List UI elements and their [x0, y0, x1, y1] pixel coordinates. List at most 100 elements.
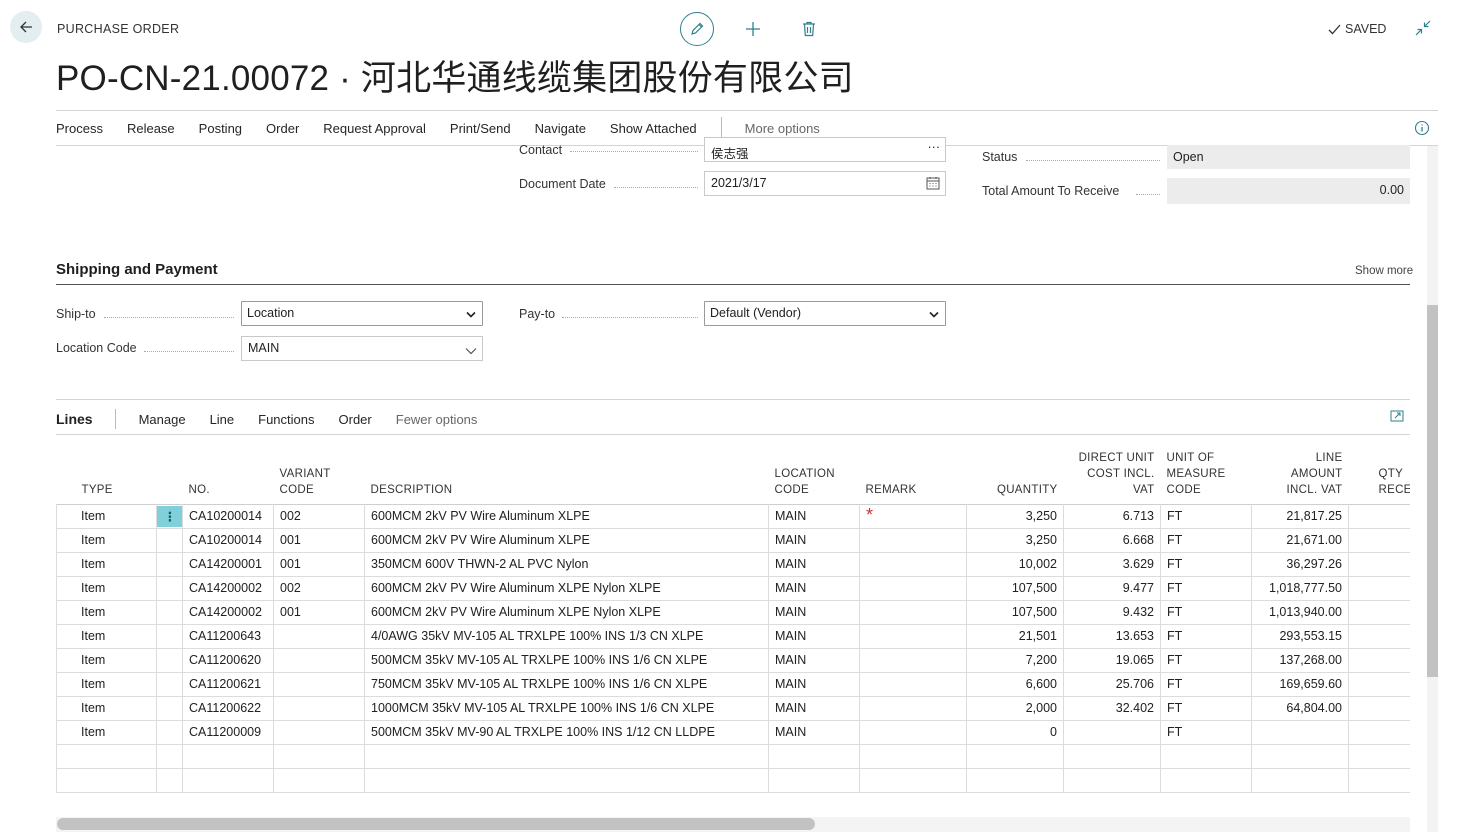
- cell-no[interactable]: CA14200002: [182, 575, 274, 601]
- cell-qty-received[interactable]: [1348, 623, 1410, 649]
- cell-line-amount[interactable]: 169,659.60: [1251, 671, 1349, 697]
- cell-direct-unit-cost[interactable]: [1063, 719, 1161, 745]
- cell-line-amount[interactable]: [1251, 743, 1349, 769]
- cell-remark[interactable]: [859, 527, 967, 553]
- cell-location-code[interactable]: [768, 767, 860, 793]
- cell-line-amount[interactable]: [1251, 767, 1349, 793]
- row-handle[interactable]: [156, 599, 183, 625]
- cell-unit-of-measure[interactable]: FT: [1160, 719, 1252, 745]
- cell-remark[interactable]: *: [859, 503, 967, 529]
- back-button[interactable]: [10, 11, 42, 43]
- cell-remark[interactable]: [859, 695, 967, 721]
- cell-remark[interactable]: [859, 743, 967, 769]
- col-line-amount[interactable]: LINE AMOUNT INCL. VAT: [1252, 436, 1349, 504]
- cell-remark[interactable]: [859, 623, 967, 649]
- cell-location-code[interactable]: MAIN: [768, 551, 860, 577]
- action-release[interactable]: Release: [127, 121, 175, 136]
- cell-direct-unit-cost[interactable]: 19.065: [1063, 647, 1161, 673]
- cell-direct-unit-cost[interactable]: [1063, 767, 1161, 793]
- cell-quantity[interactable]: [966, 767, 1064, 793]
- cell-remark[interactable]: [859, 719, 967, 745]
- cell-line-amount[interactable]: 21,671.00: [1251, 527, 1349, 553]
- cell-qty-received[interactable]: [1348, 551, 1410, 577]
- cell-description[interactable]: 500MCM 35kV MV-90 AL TRXLPE 100% INS 1/1…: [364, 719, 769, 745]
- collapse-button[interactable]: [1412, 17, 1434, 39]
- ship-to-select[interactable]: Location: [241, 301, 483, 326]
- cell-quantity[interactable]: 107,500: [966, 575, 1064, 601]
- cell-quantity[interactable]: 21,501: [966, 623, 1064, 649]
- cell-type[interactable]: Item: [56, 599, 157, 625]
- cell-location-code[interactable]: MAIN: [768, 623, 860, 649]
- cell-variant-code[interactable]: [273, 743, 365, 769]
- cell-quantity[interactable]: [966, 743, 1064, 769]
- cell-variant-code[interactable]: 001: [273, 527, 365, 553]
- table-row[interactable]: [56, 743, 1410, 769]
- cell-qty-received[interactable]: [1348, 719, 1410, 745]
- more-options-button[interactable]: More options: [745, 121, 820, 136]
- cell-variant-code[interactable]: 001: [273, 599, 365, 625]
- cell-quantity[interactable]: 6,600: [966, 671, 1064, 697]
- cell-quantity[interactable]: 10,002: [966, 551, 1064, 577]
- cell-description[interactable]: 600MCM 2kV PV Wire Aluminum XLPE Nylon X…: [364, 599, 769, 625]
- cell-description[interactable]: 500MCM 35kV MV-105 AL TRXLPE 100% INS 1/…: [364, 647, 769, 673]
- action-print-send[interactable]: Print/Send: [450, 121, 511, 136]
- cell-variant-code[interactable]: 002: [273, 575, 365, 601]
- lines-menu-functions[interactable]: Functions: [258, 412, 314, 427]
- table-row[interactable]: Item ⋮ CA10200014 002 600MCM 2kV PV Wire Alu…: [56, 503, 1410, 529]
- cell-type[interactable]: Item: [56, 503, 157, 529]
- cell-location-code[interactable]: MAIN: [768, 503, 860, 529]
- cell-description[interactable]: 1000MCM 35kV MV-105 AL TRXLPE 100% INS 1…: [364, 695, 769, 721]
- row-actions-icon[interactable]: ⋮: [157, 505, 182, 527]
- row-handle[interactable]: [156, 767, 183, 793]
- col-location-code[interactable]: LOCATION CODE: [769, 436, 860, 504]
- action-request-approval[interactable]: Request Approval: [323, 121, 426, 136]
- cell-line-amount[interactable]: 64,804.00: [1251, 695, 1349, 721]
- cell-location-code[interactable]: MAIN: [768, 575, 860, 601]
- cell-no[interactable]: [182, 743, 274, 769]
- cell-location-code[interactable]: MAIN: [768, 527, 860, 553]
- cell-unit-of-measure[interactable]: [1160, 767, 1252, 793]
- show-more-button[interactable]: Show more: [1355, 265, 1413, 277]
- cell-remark[interactable]: [859, 647, 967, 673]
- cell-unit-of-measure[interactable]: FT: [1160, 623, 1252, 649]
- cell-quantity[interactable]: 3,250: [966, 527, 1064, 553]
- contact-field[interactable]: 侯志强 ···: [704, 137, 946, 162]
- row-handle[interactable]: [156, 623, 183, 649]
- table-row[interactable]: Item CA14200002 002 600MCM 2kV PV Wire Alum…: [56, 575, 1410, 601]
- cell-remark[interactable]: [859, 575, 967, 601]
- cell-direct-unit-cost[interactable]: [1063, 743, 1161, 769]
- row-handle[interactable]: [156, 719, 183, 745]
- table-row[interactable]: Item CA10200014 001 600MCM 2kV PV Wire Alum…: [56, 527, 1410, 553]
- cell-location-code[interactable]: MAIN: [768, 599, 860, 625]
- cell-variant-code[interactable]: [273, 767, 365, 793]
- cell-no[interactable]: CA11200643: [182, 623, 274, 649]
- cell-unit-of-measure[interactable]: FT: [1160, 671, 1252, 697]
- cell-no[interactable]: CA11200622: [182, 695, 274, 721]
- cell-direct-unit-cost[interactable]: 6.713: [1063, 503, 1161, 529]
- pay-to-select[interactable]: Default (Vendor): [704, 301, 946, 326]
- fewer-options-button[interactable]: Fewer options: [396, 412, 478, 427]
- cell-line-amount[interactable]: 293,553.15: [1251, 623, 1349, 649]
- cell-unit-of-measure[interactable]: FT: [1160, 503, 1252, 529]
- col-qty-received[interactable]: QTY RECE: [1349, 436, 1411, 504]
- cell-qty-received[interactable]: [1348, 599, 1410, 625]
- cell-type[interactable]: [56, 743, 157, 769]
- lines-menu-order[interactable]: Order: [339, 412, 372, 427]
- row-handle[interactable]: [156, 695, 183, 721]
- delete-button[interactable]: [792, 12, 826, 46]
- edit-button[interactable]: [680, 12, 714, 46]
- cell-qty-received[interactable]: [1348, 671, 1410, 697]
- cell-type[interactable]: Item: [56, 647, 157, 673]
- cell-no[interactable]: CA11200009: [182, 719, 274, 745]
- cell-no[interactable]: CA10200014: [182, 527, 274, 553]
- cell-unit-of-measure[interactable]: [1160, 743, 1252, 769]
- cell-line-amount[interactable]: 1,013,940.00: [1251, 599, 1349, 625]
- action-posting[interactable]: Posting: [199, 121, 242, 136]
- cell-quantity[interactable]: 3,250: [966, 503, 1064, 529]
- cell-variant-code[interactable]: 002: [273, 503, 365, 529]
- table-row[interactable]: Item CA11200009 500MCM 35kV MV-90 AL TRXLP…: [56, 719, 1410, 745]
- table-row[interactable]: Item CA14200001 001 350MCM 600V THWN-2 AL P…: [56, 551, 1410, 577]
- col-no[interactable]: NO.: [183, 436, 274, 504]
- cell-location-code[interactable]: MAIN: [768, 671, 860, 697]
- cell-description[interactable]: 750MCM 35kV MV-105 AL TRXLPE 100% INS 1/…: [364, 671, 769, 697]
